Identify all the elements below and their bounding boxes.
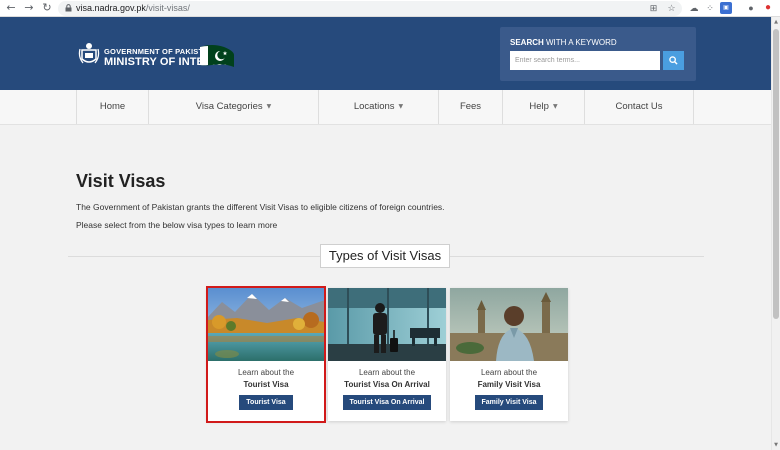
- nav-contact-us[interactable]: Contact Us: [584, 90, 694, 124]
- search-label: SEARCH WITH A KEYWORD: [510, 38, 617, 47]
- chevron-down-icon: ▼: [266, 103, 272, 110]
- section-title: Types of Visit Visas: [320, 244, 450, 268]
- chevron-down-icon: ▼: [552, 103, 558, 110]
- back-arrow-icon[interactable]: ←: [4, 1, 18, 15]
- search-icon: [669, 56, 678, 65]
- nav-visa-categories[interactable]: Visa Categories ▼: [148, 90, 318, 124]
- pakistan-flag-icon: [200, 45, 234, 67]
- site-header: GOVERNMENT OF PAKISTAN MINISTRY OF INTER…: [0, 17, 780, 90]
- forward-arrow-icon[interactable]: →: [22, 1, 36, 15]
- page-title: Visit Visas: [76, 171, 166, 191]
- translate-icon[interactable]: ⊞: [648, 3, 659, 14]
- family-visit-visa-button[interactable]: Family Visit Visa: [475, 395, 543, 410]
- address-bar[interactable]: visa.nadra.gov.pk/visit-visas/ ⊞ ☆: [58, 1, 682, 16]
- scroll-down-arrow-icon[interactable]: ▼: [772, 441, 780, 449]
- instruction-text: Please select from the below visa types …: [76, 220, 278, 230]
- search-button[interactable]: [663, 51, 684, 70]
- visa-card-on-arrival[interactable]: Learn about the Tourist Visa On Arrival …: [328, 288, 446, 421]
- error-icon[interactable]: ●: [762, 2, 774, 14]
- visa-card-family[interactable]: Learn about the Family Visit Visa Family…: [450, 288, 568, 421]
- card-intro-text: Learn about the: [358, 368, 416, 377]
- reload-icon[interactable]: ↻: [40, 1, 54, 15]
- card-title: Family Visit Visa: [477, 380, 541, 389]
- card-intro-text: Learn about the: [480, 368, 538, 377]
- profile-icon[interactable]: ●: [745, 2, 757, 14]
- nav-locations[interactable]: Locations ▼: [318, 90, 438, 124]
- chevron-down-icon: ▼: [398, 103, 404, 110]
- nav-help[interactable]: Help ▼: [502, 90, 584, 124]
- page-scrollbar[interactable]: ▲ ▼: [771, 17, 780, 450]
- scroll-up-arrow-icon[interactable]: ▲: [772, 18, 780, 26]
- browser-toolbar: ← → ↻ visa.nadra.gov.pk/visit-visas/ ⊞ ☆…: [0, 0, 780, 17]
- card-title: Tourist Visa On Arrival: [344, 380, 430, 389]
- main-nav: Home Visa Categories ▼ Locations ▼ Fees He…: [0, 90, 780, 125]
- intro-text: The Government of Pakistan grants the di…: [76, 202, 445, 212]
- extension-badge-icon[interactable]: ▣: [720, 2, 732, 14]
- extension-icon[interactable]: ☁: [688, 2, 700, 14]
- lock-icon: [65, 4, 72, 12]
- bookmark-star-icon[interactable]: ☆: [666, 3, 677, 14]
- scroll-thumb[interactable]: [773, 29, 779, 319]
- nav-fees[interactable]: Fees: [438, 90, 502, 124]
- search-panel: SEARCH WITH A KEYWORD: [500, 27, 696, 81]
- selection-highlight: [206, 286, 326, 423]
- mosque-visitor-image: [450, 288, 568, 361]
- tourist-visa-on-arrival-button[interactable]: Tourist Visa On Arrival: [343, 395, 431, 410]
- search-input[interactable]: [510, 51, 660, 70]
- airport-traveler-image: [328, 288, 446, 361]
- extension-grid-icon[interactable]: ⁘: [704, 2, 716, 14]
- nav-home[interactable]: Home: [76, 90, 148, 124]
- state-emblem-icon[interactable]: [78, 41, 100, 67]
- url-text: visa.nadra.gov.pk/visit-visas/: [76, 3, 190, 13]
